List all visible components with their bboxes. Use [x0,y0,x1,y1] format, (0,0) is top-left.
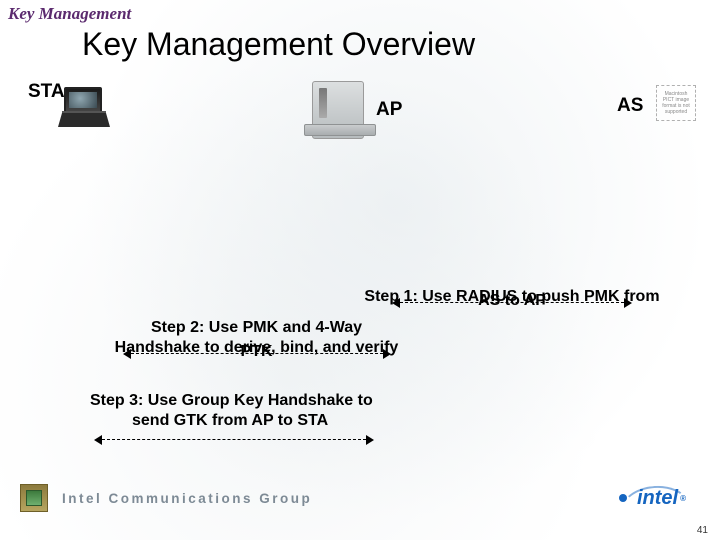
server-icon [312,81,364,139]
step-1: Step 1: Use RADIUS to push PMK from AS t… [332,287,692,308]
step-2: Step 2: Use PMK and 4-Way Handshake to d… [84,318,429,359]
laptop-icon [58,87,110,133]
step-3-line2: send GTK from AP to STA [90,411,434,431]
registered-mark: ® [680,494,686,503]
footer: Intel Communications Group intel ® [0,480,720,516]
step-3-line1: Step 3: Use Group Key Handshake to [90,391,434,411]
intel-wordmark: intel [637,487,678,510]
diagram-row: STA AP AS Macintosh PICT image format is… [0,81,720,181]
bullet-icon [619,494,627,502]
page-title: Key Management Overview [0,24,720,63]
page-number: 41 [697,525,708,536]
footer-group-text: Intel Communications Group [62,491,312,506]
arrow-both-icon [94,435,374,445]
node-ap-label: AP [376,99,402,121]
arrow-both-icon [123,349,391,359]
step-3: Step 3: Use Group Key Handshake to send … [84,391,434,445]
intel-logo: intel ® [619,487,686,510]
node-as-label: AS [617,95,643,117]
section-label: Key Management [0,0,720,24]
step-2-line1: Step 2: Use PMK and 4-Way [84,318,429,338]
arrow-both-icon [392,298,632,308]
missing-image-placeholder: Macintosh PICT image format is not suppo… [656,85,696,121]
chip-icon [20,484,48,512]
